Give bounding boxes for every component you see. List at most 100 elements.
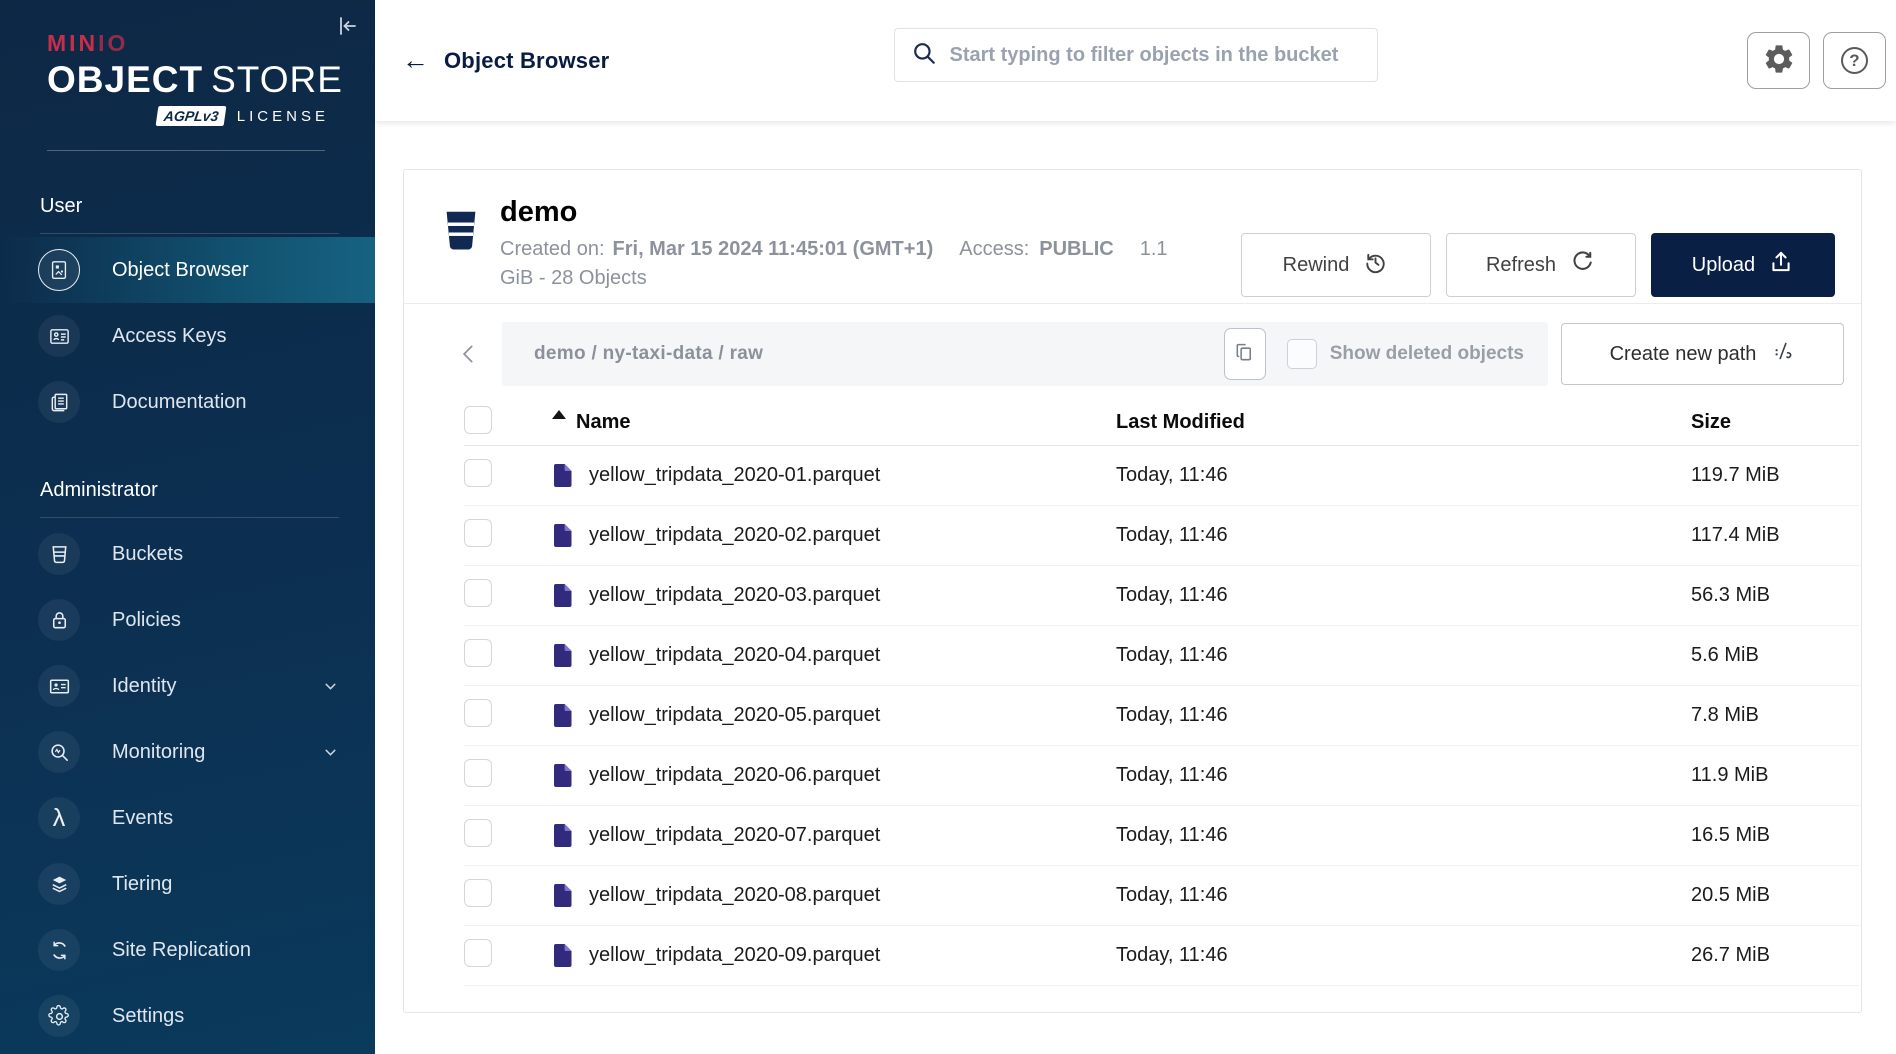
sidebar-item-label: Access Keys [112, 325, 226, 348]
row-checkbox[interactable] [464, 939, 492, 967]
sidebar-item-documentation[interactable]: Documentation [0, 369, 375, 435]
column-header-size[interactable]: Size [1691, 411, 1859, 434]
table-row[interactable]: yellow_tripdata_2020-05.parquet Today, 1… [464, 686, 1859, 746]
sidebar-item-site-replication[interactable]: Site Replication [0, 917, 375, 983]
sort-ascending-icon[interactable] [552, 410, 566, 419]
table-row[interactable]: yellow_tripdata_2020-02.parquet Today, 1… [464, 506, 1859, 566]
new-path-icon [1771, 339, 1795, 369]
upload-icon [1768, 249, 1794, 281]
object-name[interactable]: yellow_tripdata_2020-03.parquet [589, 584, 880, 607]
settings-button[interactable] [1747, 32, 1810, 89]
sidebar-item-settings[interactable]: Settings [0, 983, 375, 1049]
row-checkbox[interactable] [464, 819, 492, 847]
object-last-modified: Today, 11:46 [1116, 764, 1691, 787]
collapse-sidebar-icon[interactable] [335, 14, 359, 41]
object-name[interactable]: yellow_tripdata_2020-04.parquet [589, 644, 880, 667]
table-row[interactable]: yellow_tripdata_2020-01.parquet Today, 1… [464, 446, 1859, 506]
bucket-name: demo [500, 196, 1190, 229]
object-size: 26.7 MiB [1691, 944, 1859, 967]
sidebar-item-object-browser[interactable]: Object Browser [0, 237, 375, 303]
chevron-left-icon[interactable] [452, 328, 486, 380]
bucket-icon [438, 206, 484, 303]
buckets-icon [38, 533, 80, 575]
copy-path-button[interactable] [1224, 328, 1266, 380]
sidebar-item-label: Buckets [112, 543, 183, 566]
path-row: demo / ny-taxi-data / raw Show deleted o… [452, 322, 1850, 386]
sidebar-nav-user: Object Browser Access Keys Documentation [0, 237, 375, 435]
row-checkbox[interactable] [464, 639, 492, 667]
site-replication-icon [38, 929, 80, 971]
object-last-modified: Today, 11:46 [1116, 704, 1691, 727]
bucket-header: demo Created on: Fri, Mar 15 2024 11:45:0… [404, 170, 1861, 303]
column-header-name[interactable]: Name [576, 411, 630, 434]
access-value: PUBLIC [1039, 238, 1113, 260]
parquet-file-icon [552, 883, 573, 908]
main-area: ← Object Browser ? [375, 0, 1896, 1054]
rewind-button[interactable]: Rewind [1241, 233, 1431, 297]
chevron-down-icon[interactable] [322, 678, 339, 695]
show-deleted-checkbox[interactable] [1287, 339, 1317, 369]
object-size: 7.8 MiB [1691, 704, 1859, 727]
row-checkbox[interactable] [464, 519, 492, 547]
parquet-file-icon [552, 463, 573, 488]
column-header-last-modified[interactable]: Last Modified [1116, 411, 1691, 434]
object-size: 16.5 MiB [1691, 824, 1859, 847]
search-box [894, 28, 1378, 82]
object-name[interactable]: yellow_tripdata_2020-05.parquet [589, 704, 880, 727]
upload-button[interactable]: Upload [1651, 233, 1835, 297]
object-size: 56.3 MiB [1691, 584, 1859, 607]
refresh-button[interactable]: Refresh [1446, 233, 1636, 297]
object-size: 20.5 MiB [1691, 884, 1859, 907]
back-button[interactable]: ← [402, 47, 429, 74]
table-row[interactable]: yellow_tripdata_2020-06.parquet Today, 1… [464, 746, 1859, 806]
sidebar-item-label: Identity [112, 675, 176, 698]
created-on-label: Created on: [500, 238, 605, 260]
access-keys-icon [38, 315, 80, 357]
sidebar-item-access-keys[interactable]: Access Keys [0, 303, 375, 369]
create-new-path-button[interactable]: Create new path [1561, 323, 1844, 385]
parquet-file-icon [552, 583, 573, 608]
license-label: LICENSE [237, 108, 329, 125]
help-button[interactable]: ? [1823, 32, 1886, 89]
object-name[interactable]: yellow_tripdata_2020-09.parquet [589, 944, 880, 967]
created-on-value: Fri, Mar 15 2024 11:45:01 (GMT+1) [613, 238, 934, 260]
access-label: Access: [959, 238, 1029, 260]
select-all-checkbox[interactable] [464, 406, 492, 434]
show-deleted-label: Show deleted objects [1330, 343, 1524, 365]
sidebar-item-label: Documentation [112, 391, 247, 414]
table-row[interactable]: yellow_tripdata_2020-04.parquet Today, 1… [464, 626, 1859, 686]
object-name[interactable]: yellow_tripdata_2020-08.parquet [589, 884, 880, 907]
table-row[interactable]: yellow_tripdata_2020-07.parquet Today, 1… [464, 806, 1859, 866]
parquet-file-icon [552, 763, 573, 788]
parquet-file-icon [552, 943, 573, 968]
object-last-modified: Today, 11:46 [1116, 944, 1691, 967]
gear-icon [1762, 42, 1796, 79]
row-checkbox[interactable] [464, 579, 492, 607]
sidebar-item-label: Monitoring [112, 741, 205, 764]
filter-objects-input[interactable] [950, 44, 1363, 67]
chevron-down-icon[interactable] [322, 744, 339, 761]
row-checkbox[interactable] [464, 459, 492, 487]
divider [47, 150, 325, 151]
table-row[interactable]: yellow_tripdata_2020-03.parquet Today, 1… [464, 566, 1859, 626]
show-deleted-toggle[interactable]: Show deleted objects [1287, 339, 1524, 369]
object-name[interactable]: yellow_tripdata_2020-01.parquet [589, 464, 880, 487]
object-name[interactable]: yellow_tripdata_2020-07.parquet [589, 824, 880, 847]
sidebar-item-events[interactable]: λ Events [0, 785, 375, 851]
row-checkbox[interactable] [464, 699, 492, 727]
row-checkbox[interactable] [464, 879, 492, 907]
sidebar-item-identity[interactable]: Identity [0, 653, 375, 719]
sidebar-item-tiering[interactable]: Tiering [0, 851, 375, 917]
sidebar-item-buckets[interactable]: Buckets [0, 521, 375, 587]
sidebar-item-label: Settings [112, 1005, 184, 1028]
object-name[interactable]: yellow_tripdata_2020-06.parquet [589, 764, 880, 787]
copy-icon [1233, 341, 1256, 367]
sidebar-item-policies[interactable]: Policies [0, 587, 375, 653]
sidebar-item-monitoring[interactable]: Monitoring [0, 719, 375, 785]
object-size: 11.9 MiB [1691, 764, 1859, 787]
table-row[interactable]: yellow_tripdata_2020-09.parquet Today, 1… [464, 926, 1859, 986]
row-checkbox[interactable] [464, 759, 492, 787]
object-name[interactable]: yellow_tripdata_2020-02.parquet [589, 524, 880, 547]
breadcrumb[interactable]: demo / ny-taxi-data / raw [534, 343, 763, 365]
table-row[interactable]: yellow_tripdata_2020-08.parquet Today, 1… [464, 866, 1859, 926]
